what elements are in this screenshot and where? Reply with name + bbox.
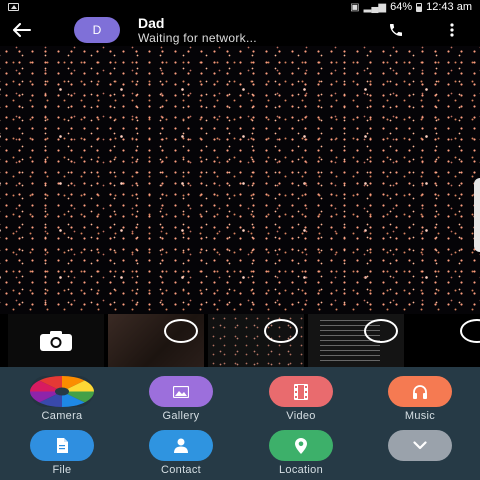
person-icon: [149, 430, 213, 461]
call-button[interactable]: [383, 18, 409, 42]
select-circle[interactable]: [164, 319, 198, 343]
more-options-button[interactable]: [440, 18, 464, 42]
back-button[interactable]: [0, 14, 44, 46]
camera-icon: [40, 330, 72, 351]
attach-camera-button[interactable]: Camera: [12, 376, 112, 422]
wifi-icon: ▣: [350, 1, 360, 13]
location-pin-icon: [269, 430, 333, 461]
headphones-icon: [388, 376, 452, 407]
camera-aperture-icon: [30, 376, 94, 407]
battery-icon: [416, 2, 423, 12]
attach-label: Gallery: [162, 410, 200, 422]
attachment-panel: Camera Gallery Video Music File Contact …: [0, 367, 480, 480]
media-thumb[interactable]: [408, 314, 480, 367]
camera-preview[interactable]: [0, 46, 480, 314]
chevron-down-icon: [388, 430, 452, 461]
signal-icon: ▂▄▆: [363, 1, 387, 13]
scroll-handle[interactable]: [474, 178, 480, 252]
attach-label: File: [52, 464, 72, 476]
select-circle[interactable]: [364, 319, 398, 343]
attach-music-button[interactable]: Music: [370, 376, 470, 422]
more-attachments-button[interactable]: [370, 430, 470, 461]
film-icon: [269, 376, 333, 407]
image-notification-icon: [8, 3, 19, 11]
phone-icon: [390, 24, 402, 36]
attach-label: Camera: [41, 410, 83, 422]
app-bar: D Dad Waiting for network...: [0, 14, 480, 46]
image-icon: [149, 376, 213, 407]
attach-contact-button[interactable]: Contact: [131, 430, 231, 476]
attach-label: Video: [286, 410, 316, 422]
contact-name: Dad: [138, 14, 165, 31]
battery-percent: 64%: [390, 1, 413, 13]
recent-media-strip: [0, 314, 480, 367]
attach-label: Location: [279, 464, 323, 476]
clock: 12:43 am: [426, 1, 472, 13]
attach-label: Contact: [160, 464, 201, 476]
contact-status: Waiting for network...: [138, 30, 257, 45]
contact-info[interactable]: Dad Waiting for network...: [138, 14, 257, 45]
attach-gallery-button[interactable]: Gallery: [131, 376, 231, 422]
back-arrow-icon: [13, 23, 31, 37]
select-circle[interactable]: [264, 319, 298, 343]
attach-file-button[interactable]: File: [12, 430, 112, 476]
attach-label: Music: [404, 410, 436, 422]
attach-video-button[interactable]: Video: [251, 376, 351, 422]
file-icon: [30, 430, 94, 461]
attach-location-button[interactable]: Location: [251, 430, 351, 476]
media-thumb[interactable]: [208, 314, 304, 367]
avatar[interactable]: D: [74, 17, 120, 43]
more-vert-icon: [450, 23, 454, 37]
media-thumb[interactable]: [108, 314, 204, 367]
open-camera-thumb[interactable]: [8, 314, 104, 367]
status-bar: ▣ ▂▄▆ 64% 12:43 am: [0, 0, 480, 14]
media-thumb[interactable]: [308, 314, 404, 367]
select-circle[interactable]: [460, 319, 480, 343]
